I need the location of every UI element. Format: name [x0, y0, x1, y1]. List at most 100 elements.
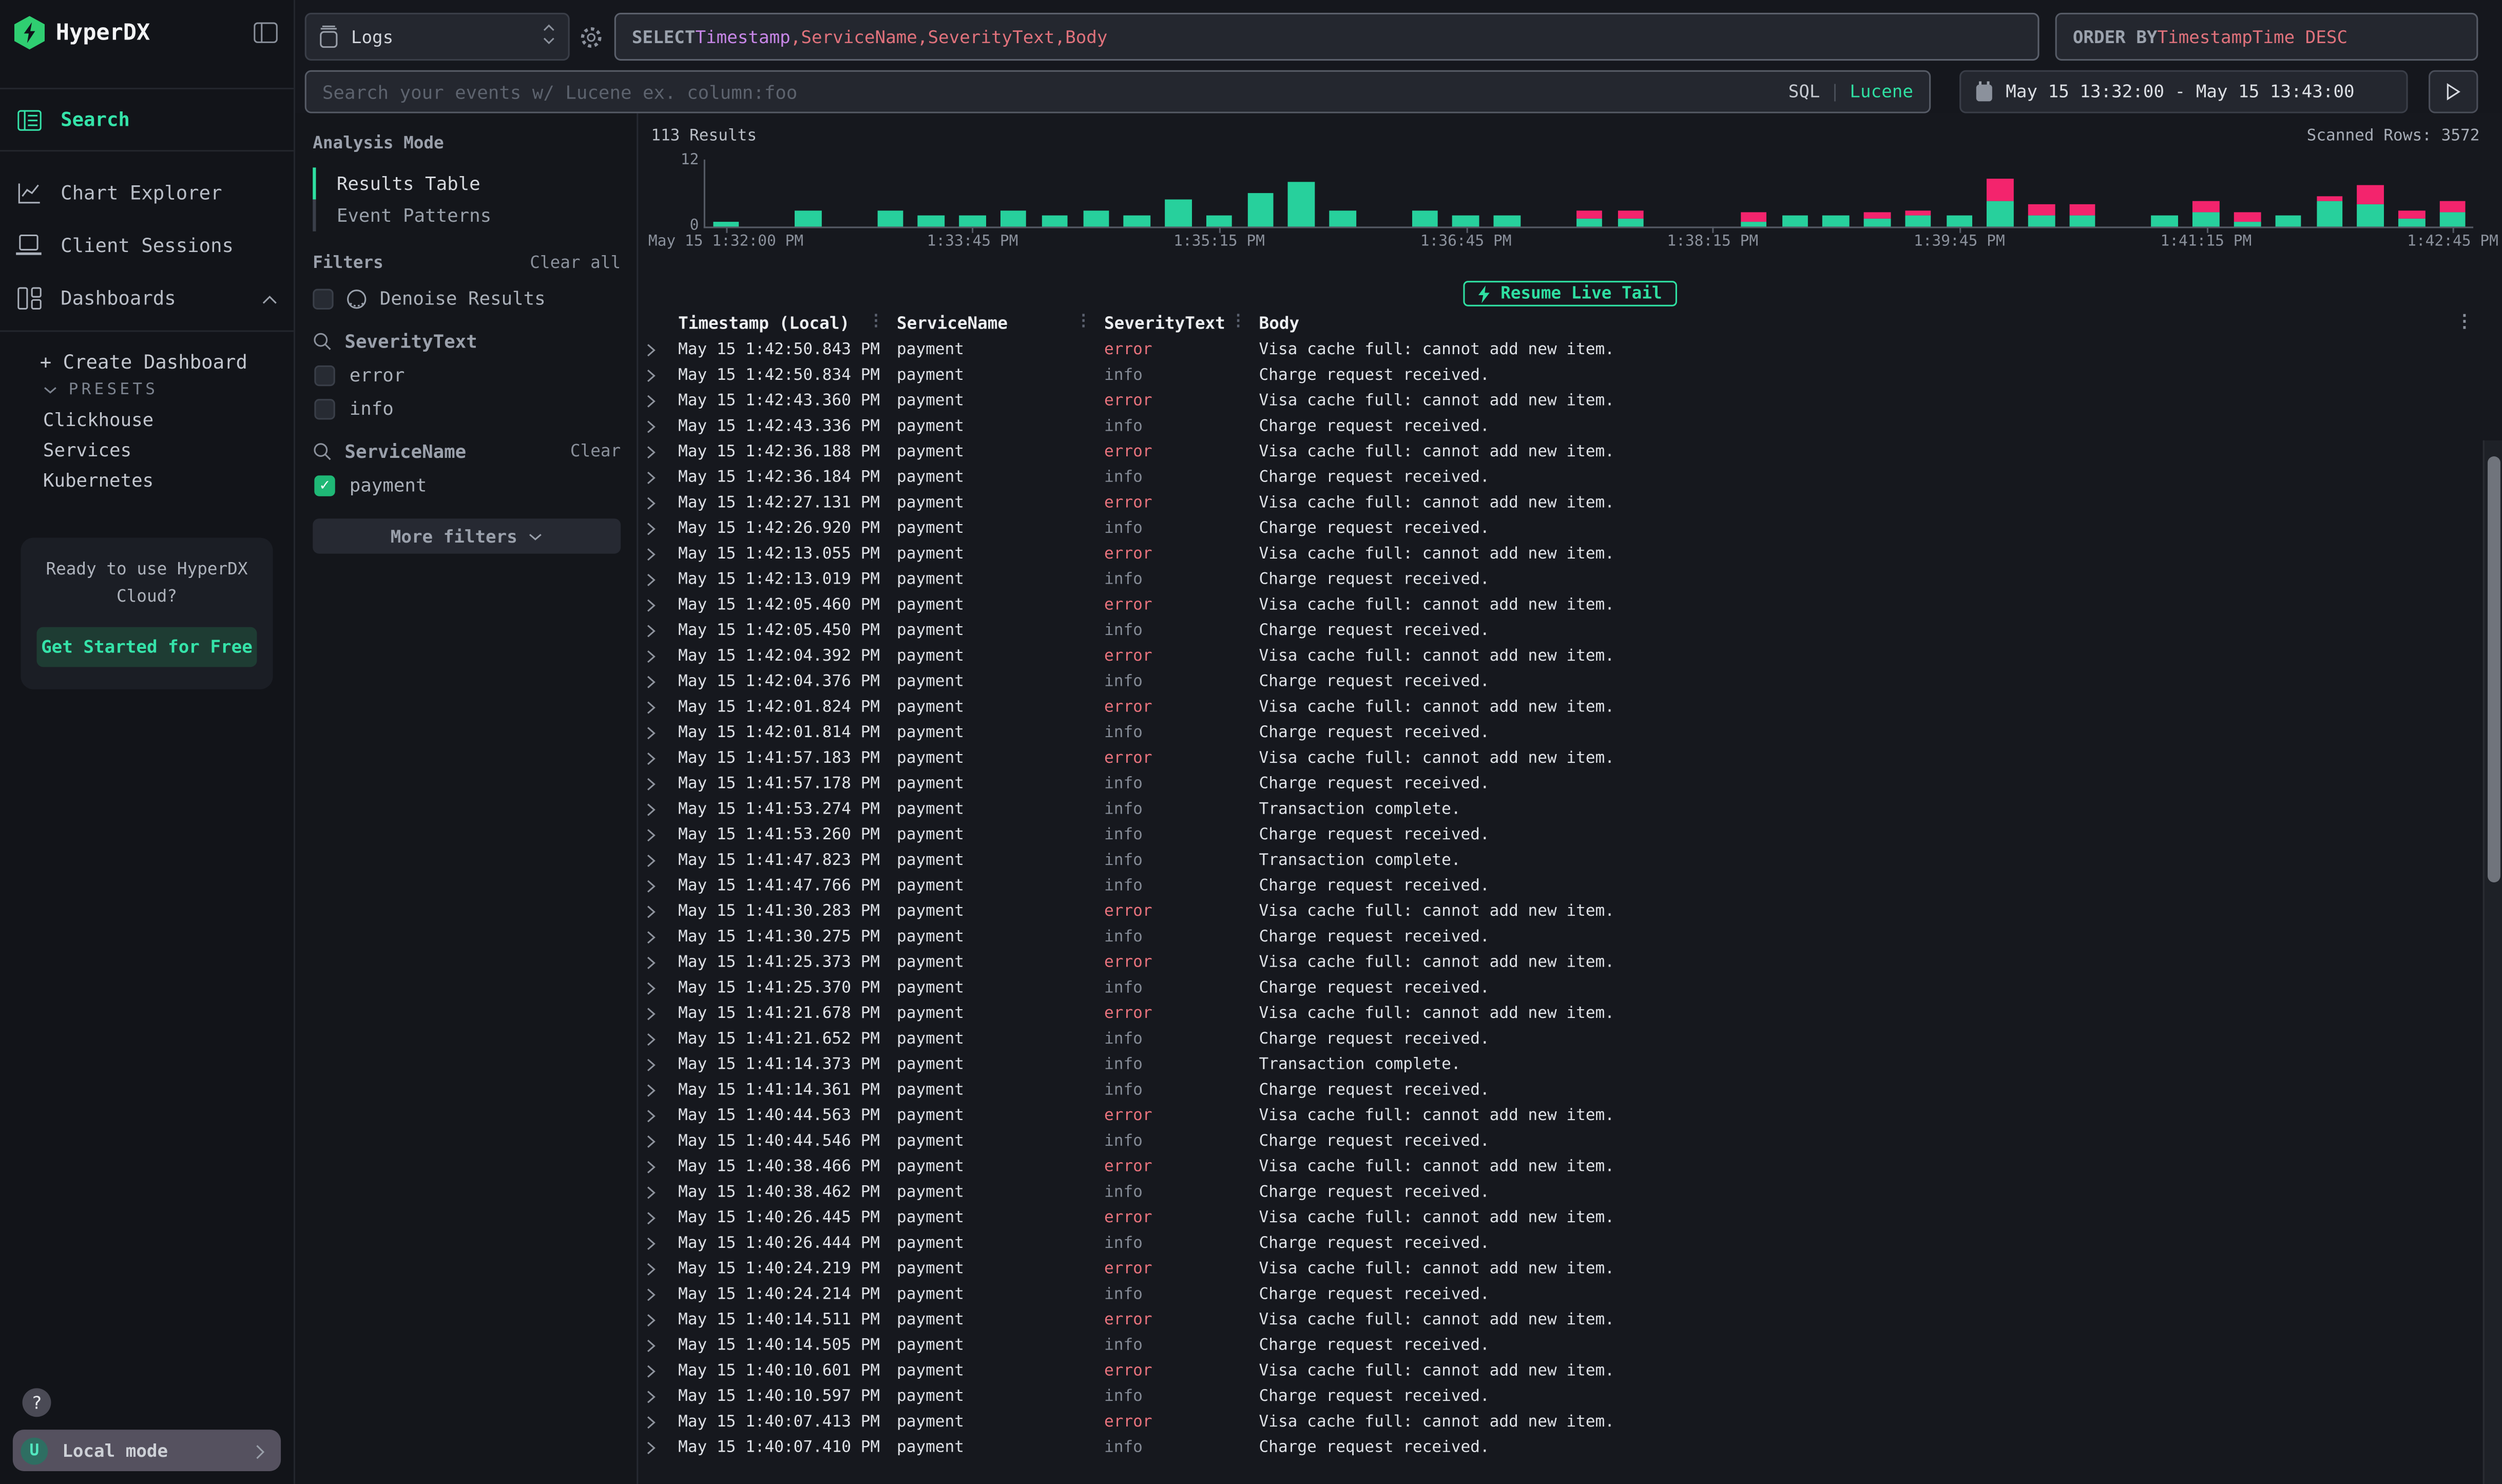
row-expand-icon[interactable]: [646, 1185, 662, 1199]
histogram-bar[interactable]: [2152, 216, 2178, 227]
more-filters-button[interactable]: More filters: [313, 518, 621, 553]
histogram-bar[interactable]: [1905, 210, 1931, 227]
table-row[interactable]: May 15 1:41:21.678 PMpaymenterrorVisa ca…: [638, 1000, 2502, 1026]
table-row[interactable]: May 15 1:41:57.178 PMpaymentinfoCharge r…: [638, 770, 2502, 796]
table-row[interactable]: May 15 1:41:47.766 PMpaymentinfoCharge r…: [638, 873, 2502, 898]
col-header-timestamp[interactable]: Timestamp (Local): [678, 314, 897, 333]
histogram-bar[interactable]: [1247, 193, 1274, 226]
row-expand-icon[interactable]: [646, 1057, 662, 1071]
table-row[interactable]: May 15 1:40:07.410 PMpaymentinfoCharge r…: [638, 1434, 2502, 1460]
histogram-bar[interactable]: [959, 216, 986, 227]
histogram-bar[interactable]: [1083, 210, 1109, 227]
table-row[interactable]: May 15 1:41:57.183 PMpaymenterrorVisa ca…: [638, 745, 2502, 771]
histogram-bar[interactable]: [1576, 210, 1602, 227]
sidebar-collapse-icon[interactable]: [254, 23, 278, 43]
row-expand-icon[interactable]: [646, 342, 662, 357]
histogram-bar[interactable]: [1987, 179, 2013, 226]
table-row[interactable]: May 15 1:40:14.505 PMpaymentinfoCharge r…: [638, 1333, 2502, 1358]
histogram-bar[interactable]: [2316, 196, 2342, 227]
sidebar-item-dashboards[interactable]: Dashboards: [0, 279, 294, 316]
row-expand-icon[interactable]: [646, 674, 662, 688]
column-resize-handle[interactable]: ⋮: [1075, 313, 1091, 330]
table-row[interactable]: May 15 1:41:14.373 PMpaymentinfoTransact…: [638, 1051, 2502, 1077]
severity-error-checkbox[interactable]: [314, 364, 335, 385]
row-expand-icon[interactable]: [646, 827, 662, 842]
histogram-bar[interactable]: [1330, 210, 1356, 227]
row-expand-icon[interactable]: [646, 1313, 662, 1327]
histogram-bar[interactable]: [1823, 216, 1849, 227]
table-row[interactable]: May 15 1:40:10.597 PMpaymentinfoCharge r…: [638, 1383, 2502, 1409]
table-row[interactable]: May 15 1:42:01.824 PMpaymenterrorVisa ca…: [638, 694, 2502, 720]
row-expand-icon[interactable]: [646, 955, 662, 969]
histogram-bar[interactable]: [1042, 216, 1068, 227]
histogram-bar[interactable]: [1864, 213, 1890, 226]
histogram-bar[interactable]: [1946, 216, 1972, 227]
histogram-bar[interactable]: [2069, 204, 2095, 227]
servicename-clear-link[interactable]: Clear: [570, 442, 621, 461]
table-row[interactable]: May 15 1:40:44.563 PMpaymenterrorVisa ca…: [638, 1103, 2502, 1128]
help-button[interactable]: ?: [23, 1388, 51, 1417]
histogram-bar[interactable]: [2028, 204, 2054, 227]
resume-live-tail-button[interactable]: Resume Live Tail: [1464, 281, 1677, 306]
get-started-button[interactable]: Get Started for Free: [36, 626, 257, 666]
histogram-bar[interactable]: [1206, 216, 1232, 227]
row-expand-icon[interactable]: [646, 1032, 662, 1046]
histogram-bar[interactable]: [1000, 210, 1027, 227]
row-expand-icon[interactable]: [646, 623, 662, 638]
table-row[interactable]: May 15 1:42:13.019 PMpaymentinfoCharge r…: [638, 566, 2502, 592]
table-row[interactable]: May 15 1:42:04.392 PMpaymenterrorVisa ca…: [638, 643, 2502, 669]
presets-toggle[interactable]: PRESETS: [0, 377, 294, 404]
row-expand-icon[interactable]: [646, 751, 662, 765]
histogram-bar[interactable]: [1288, 182, 1315, 226]
user-menu[interactable]: U Local mode: [13, 1430, 281, 1471]
histogram-bar[interactable]: [1617, 210, 1643, 227]
row-expand-icon[interactable]: [646, 445, 662, 459]
histogram-bar[interactable]: [1412, 210, 1438, 227]
histogram-bar[interactable]: [713, 221, 739, 227]
row-expand-icon[interactable]: [646, 521, 662, 535]
table-row[interactable]: May 15 1:40:14.511 PMpaymenterrorVisa ca…: [638, 1307, 2502, 1333]
service-payment-label[interactable]: payment: [350, 474, 427, 496]
histogram-bar[interactable]: [2234, 213, 2260, 226]
table-row[interactable]: May 15 1:40:38.462 PMpaymentinfoCharge r…: [638, 1179, 2502, 1205]
row-expand-icon[interactable]: [646, 1210, 662, 1225]
col-header-servicename[interactable]: ServiceName: [897, 314, 1104, 333]
histogram-bar[interactable]: [918, 216, 945, 227]
row-expand-icon[interactable]: [646, 1006, 662, 1020]
table-row[interactable]: May 15 1:41:30.275 PMpaymentinfoCharge r…: [638, 924, 2502, 950]
row-expand-icon[interactable]: [646, 1363, 662, 1378]
select-query-input[interactable]: SELECT Timestamp, ServiceName, SeverityT…: [614, 13, 2039, 61]
preset-clickhouse[interactable]: Clickhouse: [0, 403, 294, 434]
col-header-body[interactable]: Body: [1259, 314, 2502, 333]
severity-error-label[interactable]: error: [350, 364, 405, 387]
table-row[interactable]: May 15 1:40:38.466 PMpaymenterrorVisa ca…: [638, 1153, 2502, 1179]
scrollbar-thumb[interactable]: [2488, 456, 2500, 882]
row-expand-icon[interactable]: [646, 1415, 662, 1429]
sidebar-item-client-sessions[interactable]: Client Sessions: [0, 226, 294, 263]
table-row[interactable]: May 15 1:42:36.184 PMpaymentinfoCharge r…: [638, 465, 2502, 490]
table-row[interactable]: May 15 1:40:26.445 PMpaymenterrorVisa ca…: [638, 1205, 2502, 1230]
source-select[interactable]: Logs: [305, 13, 570, 61]
histogram-bar[interactable]: [2357, 185, 2383, 227]
table-row[interactable]: May 15 1:42:04.376 PMpaymentinfoCharge r…: [638, 668, 2502, 694]
search-input[interactable]: Search your events w/ Lucene ex. column:…: [305, 70, 1931, 113]
histogram-bar[interactable]: [1453, 216, 1479, 227]
row-expand-icon[interactable]: [646, 700, 662, 714]
table-row[interactable]: May 15 1:40:24.219 PMpaymenterrorVisa ca…: [638, 1256, 2502, 1281]
row-expand-icon[interactable]: [646, 598, 662, 612]
row-expand-icon[interactable]: [646, 802, 662, 816]
table-row[interactable]: May 15 1:41:25.370 PMpaymentinfoCharge r…: [638, 975, 2502, 1000]
histogram-bar[interactable]: [1741, 213, 1767, 226]
row-expand-icon[interactable]: [646, 725, 662, 740]
sql-toggle[interactable]: SQL: [1788, 82, 1820, 102]
row-expand-icon[interactable]: [646, 1389, 662, 1403]
histogram-bar[interactable]: [1782, 216, 1808, 227]
table-row[interactable]: May 15 1:41:21.652 PMpaymentinfoCharge r…: [638, 1026, 2502, 1052]
histogram-bar[interactable]: [1124, 216, 1150, 227]
preset-kubernetes[interactable]: Kubernetes: [0, 465, 294, 495]
row-expand-icon[interactable]: [646, 495, 662, 510]
lucene-toggle[interactable]: Lucene: [1850, 82, 1913, 102]
sidebar-item-search[interactable]: Search: [0, 99, 294, 141]
table-row[interactable]: May 15 1:41:47.823 PMpaymentinfoTransact…: [638, 847, 2502, 873]
row-expand-icon[interactable]: [646, 853, 662, 867]
